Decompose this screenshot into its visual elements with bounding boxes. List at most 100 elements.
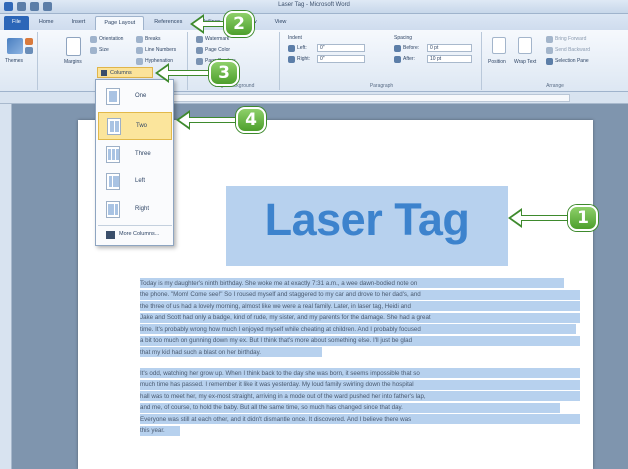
breaks-label[interactable]: Breaks	[145, 36, 161, 42]
columns-option-three[interactable]: Three	[98, 141, 172, 169]
columns-option-left[interactable]: Left	[98, 168, 172, 196]
columns-option-two[interactable]: Two	[98, 112, 172, 140]
wrap-text-label[interactable]: Wrap Text	[514, 59, 536, 65]
paragraph-2[interactable]: It's odd, watching her grow up. When I t…	[140, 368, 580, 437]
text-line: Everyone was still at each other, and it…	[140, 414, 580, 426]
more-columns-item[interactable]: More Columns...	[98, 227, 172, 243]
size-label[interactable]: Size	[99, 47, 109, 53]
bring-forward-icon[interactable]	[546, 36, 553, 43]
two-columns-icon	[107, 118, 121, 135]
text-line: that my kid had such a blast on her birt…	[140, 347, 580, 359]
more-columns-icon	[106, 231, 115, 239]
columns-option-label: Three	[135, 151, 151, 157]
columns-option-one[interactable]: One	[98, 83, 172, 111]
columns-label: Columns	[110, 69, 132, 76]
tab-file[interactable]: File	[4, 16, 29, 30]
left-column-icon	[106, 173, 120, 190]
size-icon[interactable]	[90, 47, 97, 54]
selection-pane-label[interactable]: Selection Pane	[555, 58, 589, 64]
spacing-before-label: Before:	[403, 45, 420, 51]
indent-right-value: 0"	[320, 56, 325, 62]
send-backward-icon[interactable]	[546, 47, 553, 54]
text-line: and me, of course, to hold the baby. But…	[140, 402, 580, 415]
columns-option-right[interactable]: Right	[98, 196, 172, 224]
one-column-icon	[106, 88, 120, 105]
columns-dropdown: One Two Three Left Right More Columns...	[95, 79, 174, 246]
spacing-before-value: 0 pt	[430, 45, 439, 51]
indent-left-icon	[288, 45, 295, 52]
indent-label: Indent	[288, 35, 302, 41]
spacing-before-icon	[394, 45, 401, 52]
callout-number: 1	[568, 205, 598, 231]
indent-right-icon	[288, 56, 295, 63]
columns-option-label: Right	[135, 206, 150, 212]
more-columns-label: More Columns...	[119, 231, 160, 237]
columns-option-label: Left	[135, 178, 146, 184]
columns-button[interactable]: Columns	[97, 67, 153, 78]
arrange-group-label: Arrange	[546, 83, 564, 89]
text-line: the phone. "Mom! Come see!" So I roused …	[140, 289, 580, 302]
margins-icon[interactable]	[66, 37, 81, 56]
wrap-text-icon[interactable]	[518, 37, 532, 54]
tab-view[interactable]: View	[267, 16, 295, 30]
ribbon-tabs: File Home Insert Page Layout References …	[0, 14, 628, 30]
callout-3: 3	[155, 60, 247, 86]
callout-2: 2	[190, 11, 262, 37]
text-line: Jake and Scott had only a badge, kind of…	[140, 312, 580, 325]
callout-number: 3	[209, 60, 239, 86]
indent-right-input[interactable]: 0"	[317, 55, 365, 63]
send-backward-label[interactable]: Send Backward	[555, 47, 590, 53]
watermark-icon[interactable]	[196, 36, 203, 43]
indent-left-input[interactable]: 0"	[317, 44, 365, 52]
line-numbers-label[interactable]: Line Numbers	[145, 47, 176, 53]
text-line: the three of us had a lovely morning, al…	[140, 301, 580, 313]
tab-page-layout[interactable]: Page Layout	[95, 16, 145, 30]
text-line: Today is my daughter's ninth birthday. S…	[140, 278, 580, 290]
orientation-icon[interactable]	[90, 36, 97, 43]
spacing-after-input[interactable]: 10 pt	[427, 55, 472, 63]
hyphenation-icon[interactable]	[136, 58, 143, 65]
selection-pane-icon[interactable]	[546, 58, 553, 65]
spacing-after-label: After:	[403, 56, 415, 62]
callout-4: 4	[176, 107, 274, 133]
tab-home[interactable]: Home	[31, 16, 62, 30]
spacing-before-input[interactable]: 0 pt	[427, 44, 472, 52]
spacing-after-value: 10 pt	[430, 56, 442, 62]
bring-forward-label[interactable]: Bring Forward	[555, 36, 586, 42]
text-line: this year.	[140, 425, 580, 438]
right-column-icon	[106, 201, 120, 218]
columns-option-label: Two	[136, 123, 148, 129]
breaks-icon[interactable]	[136, 36, 143, 43]
indent-left-label: Left:	[297, 45, 307, 51]
tab-insert[interactable]: Insert	[64, 16, 94, 30]
ruler-text-area	[110, 94, 570, 102]
fonts-icon[interactable]	[25, 47, 33, 54]
colors-icon[interactable]	[25, 38, 33, 45]
tab-references[interactable]: References	[146, 16, 190, 30]
indent-left-value: 0"	[320, 45, 325, 51]
page-color-icon[interactable]	[196, 47, 203, 54]
menu-separator	[98, 225, 172, 226]
line-numbers-icon[interactable]	[136, 47, 143, 54]
paragraph-group: Indent Spacing Left: 0" Right: 0" Before…	[282, 32, 482, 90]
themes-label: Themes	[5, 58, 24, 64]
columns-icon	[101, 70, 107, 76]
margins-label: Margins	[64, 59, 82, 65]
callout-number: 4	[236, 107, 266, 133]
indent-right-label: Right:	[297, 56, 311, 62]
text-line: time. It's probably wrong how much I enj…	[140, 324, 580, 336]
paragraph-1[interactable]: Today is my daughter's ninth birthday. S…	[140, 278, 580, 359]
position-label[interactable]: Position	[488, 59, 506, 65]
title-bar: Laser Tag - Microsoft Word	[0, 0, 628, 14]
vertical-ruler[interactable]	[0, 104, 12, 469]
position-icon[interactable]	[492, 37, 506, 54]
document-title[interactable]: Laser Tag	[226, 194, 508, 246]
page-color-label[interactable]: Page Color	[205, 47, 230, 53]
text-line: much time has passed. I remember it like…	[140, 379, 580, 392]
orientation-label[interactable]: Orientation	[99, 36, 123, 42]
callout-1: 1	[508, 205, 606, 231]
word-window: Laser Tag - Microsoft Word File Home Ins…	[0, 0, 628, 469]
text-line: hall was to meet her, my ex-most straigh…	[140, 391, 580, 403]
themes-icon[interactable]	[7, 38, 23, 54]
window-title: Laser Tag - Microsoft Word	[278, 2, 350, 8]
